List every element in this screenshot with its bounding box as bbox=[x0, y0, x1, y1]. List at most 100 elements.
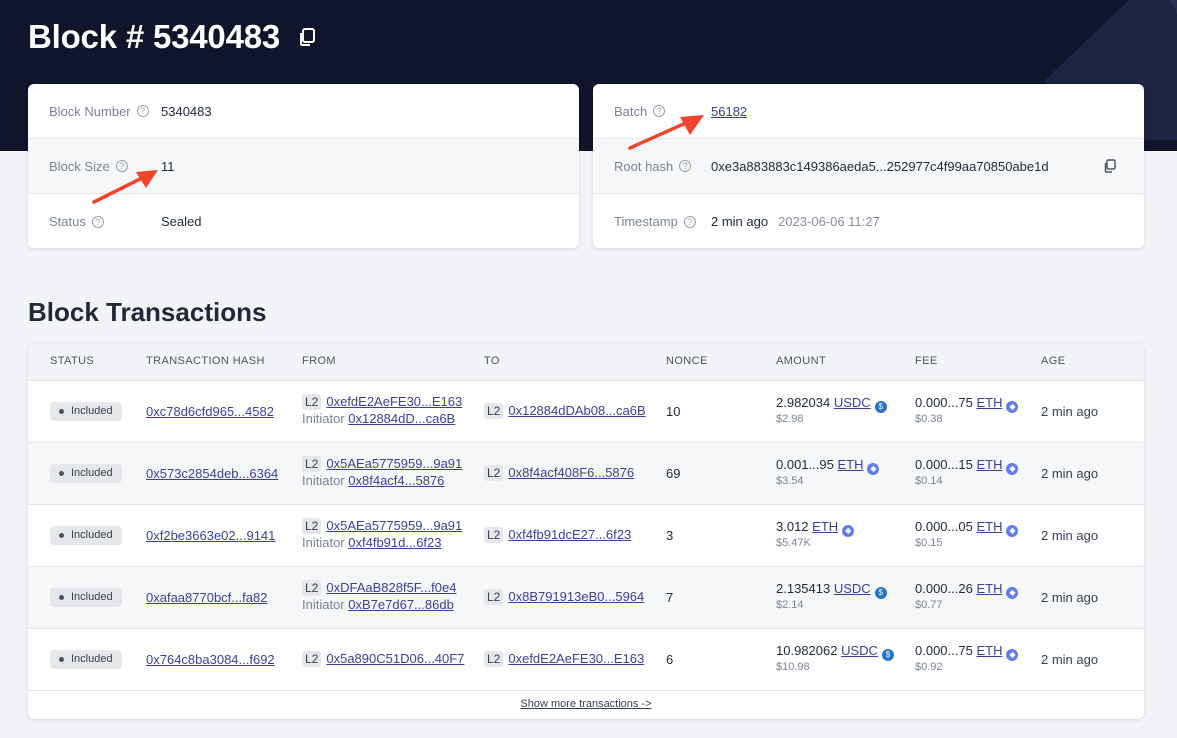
batch-link[interactable]: 56182 bbox=[711, 104, 747, 119]
token-link[interactable]: USDC bbox=[834, 395, 871, 410]
fee-value: 0.000...05 bbox=[915, 519, 973, 534]
transaction-hash-link[interactable]: 0xf2be3663e02...9141 bbox=[146, 528, 275, 543]
amount-value: 0.001...95 bbox=[776, 457, 834, 472]
eth-token-icon: ◆ bbox=[1006, 587, 1019, 599]
timestamp-absolute: 2023-06-06 11:27 bbox=[778, 214, 880, 229]
network-tag: L2 bbox=[484, 651, 504, 667]
nonce-value: 3 bbox=[666, 528, 674, 543]
amount-usd: $5.47K bbox=[776, 537, 811, 549]
network-tag: L2 bbox=[484, 589, 504, 605]
initiator-label: Initiator bbox=[302, 597, 345, 612]
initiator-address-link[interactable]: 0x8f4acf4...5876 bbox=[348, 473, 444, 488]
transaction-hash-link[interactable]: 0xc78d6cfd965...4582 bbox=[146, 404, 274, 419]
table-row: Included 0xafaa8770bcf...fa82 L2 0xDFAaB8… bbox=[28, 567, 1144, 629]
usdc-token-icon: $ bbox=[874, 587, 887, 599]
usdc-token-icon: $ bbox=[881, 649, 894, 661]
eth-token-icon: ◆ bbox=[1006, 525, 1019, 537]
eth-token-icon: ◆ bbox=[1006, 649, 1019, 661]
table-row: Included 0xf2be3663e02...9141 L2 0x5AEa57… bbox=[28, 505, 1144, 567]
annotation-arrow bbox=[628, 115, 704, 150]
network-tag: L2 bbox=[302, 518, 322, 534]
timestamp-relative: 2 min ago bbox=[711, 214, 769, 229]
token-link[interactable]: ETH bbox=[976, 457, 1002, 472]
help-icon[interactable]: ? bbox=[136, 105, 149, 117]
to-address-link[interactable]: 0x8f4acf408F6...5876 bbox=[508, 465, 634, 480]
help-icon[interactable]: ? bbox=[91, 215, 104, 228]
amount-cell: 0.001...95 ETH ◆ $3.54 bbox=[776, 457, 880, 487]
transaction-hash-link[interactable]: 0xafaa8770bcf...fa82 bbox=[146, 590, 267, 605]
to-address-link[interactable]: 0xefdE2AeFE30...E163 bbox=[508, 651, 644, 666]
amount-cell: 3.012 ETH ◆ $5.47K bbox=[776, 519, 855, 549]
fee-cell: 0.000...75 ETH ◆ $0.38 bbox=[915, 395, 1019, 425]
network-tag: L2 bbox=[484, 465, 504, 481]
fee-cell: 0.000...15 ETH ◆ $0.14 bbox=[915, 457, 1019, 487]
network-tag: L2 bbox=[484, 403, 504, 419]
fee-value: 0.000...75 bbox=[915, 643, 973, 658]
show-more-container: Show more transactions -> bbox=[28, 698, 1144, 710]
token-link[interactable]: ETH bbox=[837, 457, 863, 472]
status-badge: Included bbox=[50, 402, 122, 421]
nonce-value: 10 bbox=[666, 404, 681, 419]
token-link[interactable]: ETH bbox=[976, 643, 1002, 658]
column-header: AMOUNT bbox=[776, 355, 827, 367]
from-address-link[interactable]: 0x5a890C51D06...40F7 bbox=[326, 651, 464, 666]
copy-icon[interactable] bbox=[1102, 158, 1118, 174]
transaction-hash-link[interactable]: 0x573c2854deb...6364 bbox=[146, 466, 278, 481]
from-address-link[interactable]: 0x5AEa5775959...9a91 bbox=[326, 456, 462, 471]
table-row: Included 0xc78d6cfd965...4582 L2 0xefdE2A… bbox=[28, 381, 1144, 443]
status-badge: Included bbox=[50, 650, 122, 669]
age-value: 2 min ago bbox=[1041, 528, 1099, 543]
to-address-link[interactable]: 0x12884dDAb08...ca6B bbox=[508, 403, 645, 418]
amount-cell: 2.135413 USDC $ $2.14 bbox=[776, 581, 887, 611]
column-header: FROM bbox=[302, 355, 336, 367]
from-address-link[interactable]: 0xefdE2AeFE30...E163 bbox=[326, 394, 462, 409]
token-link[interactable]: ETH bbox=[812, 519, 838, 534]
token-link[interactable]: ETH bbox=[976, 519, 1002, 534]
transaction-hash-link[interactable]: 0x764c8ba3084...f692 bbox=[146, 652, 275, 667]
amount-value: 3.012 bbox=[776, 519, 809, 534]
copy-icon[interactable] bbox=[296, 26, 318, 48]
to-cell: L2 0x8B791913eB0...5964 bbox=[484, 589, 644, 605]
age-value: 2 min ago bbox=[1041, 652, 1099, 667]
fee-usd: $0.77 bbox=[915, 599, 943, 611]
to-address-link[interactable]: 0xf4fb91dcE27...6f23 bbox=[508, 527, 631, 542]
initiator-address-link[interactable]: 0xf4fb91d...6f23 bbox=[348, 535, 441, 550]
network-tag: L2 bbox=[484, 527, 504, 543]
network-tag: L2 bbox=[302, 580, 322, 596]
network-tag: L2 bbox=[302, 456, 322, 472]
token-link[interactable]: ETH bbox=[976, 581, 1002, 596]
fee-value: 0.000...15 bbox=[915, 457, 973, 472]
timestamp-label: Timestamp? bbox=[614, 214, 696, 229]
to-cell: L2 0xefdE2AeFE30...E163 bbox=[484, 651, 644, 667]
from-address-link[interactable]: 0xDFAaB828f5F...f0e4 bbox=[326, 580, 456, 595]
transactions-table: STATUS TRANSACTION HASH FROM TO NONCE AM… bbox=[28, 344, 1144, 719]
column-header: TO bbox=[484, 355, 500, 367]
help-icon[interactable]: ? bbox=[683, 215, 696, 228]
from-address-link[interactable]: 0x5AEa5775959...9a91 bbox=[326, 518, 462, 533]
network-tag: L2 bbox=[302, 651, 322, 667]
amount-usd: $3.54 bbox=[776, 475, 804, 487]
column-header: FEE bbox=[915, 355, 938, 367]
root-hash-value: 0xe3a883883c149386aeda5...252977c4f99aa7… bbox=[711, 158, 1049, 174]
amount-usd: $2.14 bbox=[776, 599, 804, 611]
to-address-link[interactable]: 0x8B791913eB0...5964 bbox=[508, 589, 644, 604]
network-tag: L2 bbox=[302, 394, 322, 410]
initiator-address-link[interactable]: 0x12884dD...ca6B bbox=[348, 411, 455, 426]
token-link[interactable]: ETH bbox=[976, 395, 1002, 410]
age-value: 2 min ago bbox=[1041, 466, 1099, 481]
token-link[interactable]: USDC bbox=[841, 643, 878, 658]
token-link[interactable]: USDC bbox=[834, 581, 871, 596]
annotation-arrow bbox=[92, 170, 158, 204]
column-header: STATUS bbox=[50, 355, 95, 367]
amount-usd: $2.98 bbox=[776, 413, 804, 425]
help-icon[interactable]: ? bbox=[679, 160, 692, 172]
table-row: Included 0x573c2854deb...6364 L2 0x5AEa57… bbox=[28, 443, 1144, 505]
column-header: NONCE bbox=[666, 355, 708, 367]
show-more-transactions-link[interactable]: Show more transactions -> bbox=[520, 698, 651, 710]
eth-token-icon: ◆ bbox=[842, 525, 855, 537]
block-number-value: 5340483 bbox=[161, 103, 212, 119]
initiator-address-link[interactable]: 0xB7e7d67...86db bbox=[348, 597, 454, 612]
fee-usd: $0.14 bbox=[915, 475, 943, 487]
table-row: Included 0x764c8ba3084...f692 L2 0x5a890C… bbox=[28, 629, 1144, 691]
nonce-value: 69 bbox=[666, 466, 681, 481]
